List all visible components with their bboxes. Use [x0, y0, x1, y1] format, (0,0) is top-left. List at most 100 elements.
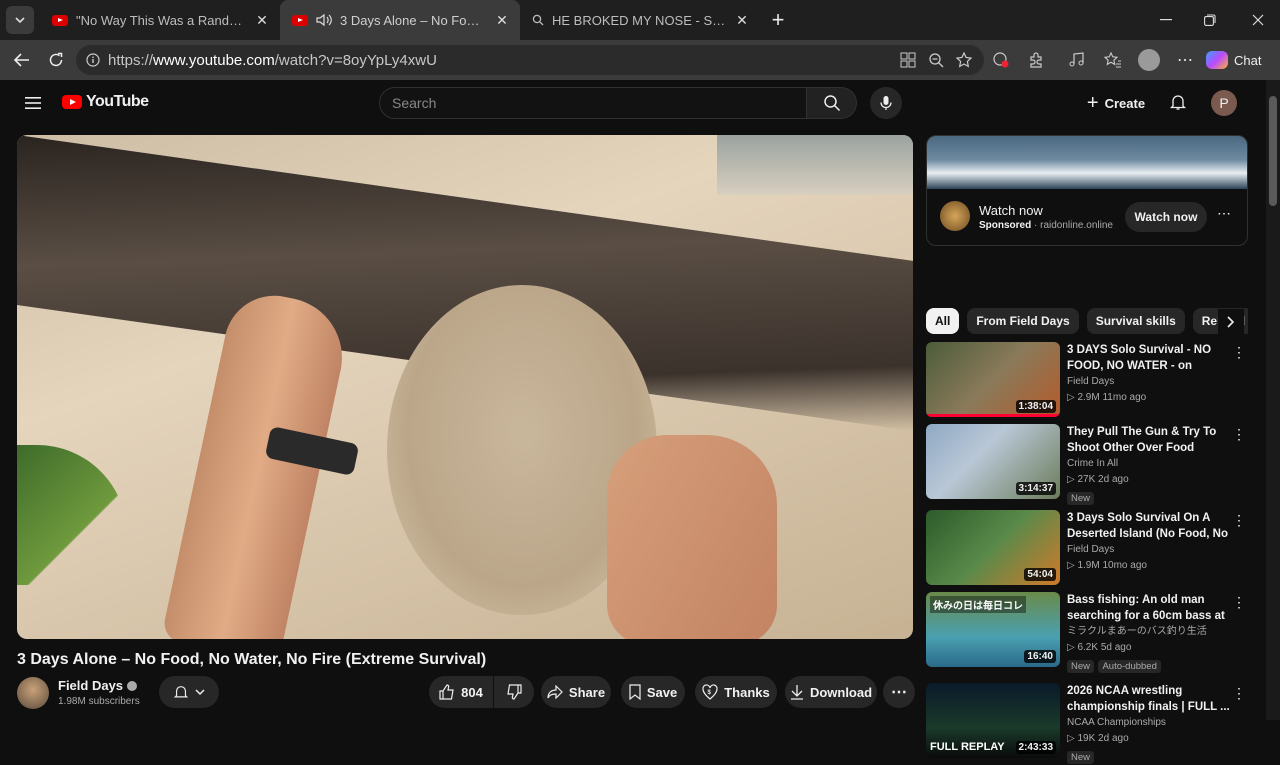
new-badge: New [1067, 751, 1095, 764]
address-bar[interactable]: https://www.youtube.com/watch?v=8oyYpLy4… [76, 45, 984, 75]
ad-watch-now-button[interactable]: Watch now [1125, 202, 1207, 232]
speaker-icon[interactable] [316, 13, 332, 27]
voice-search-button[interactable] [870, 87, 902, 119]
video-thumbnail: FULL REPLAY 2:43:33 [926, 683, 1060, 758]
video-sea [717, 135, 913, 195]
thumbnail-overlay-text: 休みの日は毎日コレ [930, 596, 1026, 613]
rec-more-icon[interactable]: ⋮ [1232, 426, 1246, 443]
recommended-video[interactable]: 3:14:37 They Pull The Gun & Try To Shoot… [926, 424, 1248, 505]
super-thanks-icon: $ [702, 684, 718, 700]
video-right-hand [607, 435, 777, 639]
chip-survival-skills[interactable]: Survival skills [1086, 308, 1185, 334]
account-avatar[interactable]: P [1211, 90, 1237, 116]
video-thumbnail: 1:38:04 [926, 342, 1060, 417]
new-tab-button[interactable]: + [764, 6, 792, 34]
subscribed-bell-button[interactable] [159, 676, 219, 708]
recommended-video[interactable]: 1:38:04 3 DAYS Solo Survival - NO FOOD, … [926, 342, 1248, 418]
plus-icon: + [1086, 91, 1099, 114]
new-badge: New [1067, 492, 1095, 505]
subscriber-count: 1.98M subscribers [58, 696, 140, 707]
menu-icon[interactable] [20, 90, 46, 116]
url-domain: www.youtube.com [153, 51, 275, 69]
close-tab-icon[interactable]: ✕ [734, 12, 750, 29]
video-thumbnail: 休みの日は毎日コレ 16:40 [926, 592, 1060, 667]
more-actions-button[interactable]: ⋯ [883, 676, 915, 708]
minimize-icon[interactable] [1146, 0, 1186, 40]
more-options-icon[interactable]: ⋯ [1174, 50, 1196, 70]
youtube-page: YouTube Search + Create P 3 Days Alone –… [0, 80, 1280, 764]
copilot-chat-button[interactable]: Chat [1206, 46, 1272, 74]
chip-from-field-days[interactable]: From Field Days [967, 308, 1079, 334]
url-prefix: https:// [108, 51, 154, 69]
video-leaves [17, 445, 127, 585]
url-path: /watch?v=8oyYpLy4xwU [274, 51, 437, 69]
page-scrollbar[interactable] [1266, 80, 1280, 720]
browser-tab-1[interactable]: "No Way This Was a Random Traffic ✕ [40, 0, 280, 40]
progress-bar [926, 414, 1060, 417]
thanks-button[interactable]: $ Thanks [695, 676, 777, 708]
scrollbar-thumb[interactable] [1269, 96, 1277, 206]
ad-avatar [940, 201, 970, 231]
save-button[interactable]: Save [621, 676, 685, 708]
zoom-icon[interactable] [926, 50, 946, 70]
profile-avatar[interactable] [1138, 49, 1160, 71]
video-player[interactable] [17, 135, 913, 639]
create-button[interactable]: + Create [1078, 87, 1154, 119]
chevron-right-icon[interactable] [1218, 309, 1244, 335]
youtube-logo[interactable]: YouTube [62, 93, 149, 111]
recommended-video[interactable]: FULL REPLAY 2:43:33 2026 NCAA wrestling … [926, 683, 1248, 764]
site-info-icon[interactable] [86, 53, 100, 67]
thumbs-down-icon [506, 684, 522, 700]
notifications-bell-icon[interactable] [1166, 90, 1190, 114]
chip-all[interactable]: All [926, 308, 960, 334]
recommended-video[interactable]: 休みの日は毎日コレ 16:40 Bass fishing: An old man… [926, 592, 1248, 673]
video-thumbnail: 54:04 [926, 510, 1060, 585]
ad-banner-image [927, 136, 1247, 189]
browser-toolbar: https://www.youtube.com/watch?v=8oyYpLy4… [0, 40, 1280, 80]
rec-more-icon[interactable]: ⋮ [1232, 344, 1246, 361]
browser-tab-2[interactable]: 3 Days Alone – No Food, No Water ✕ [280, 0, 520, 40]
youtube-play-logo-icon [62, 95, 82, 109]
search-icon [532, 14, 544, 26]
ad-more-icon[interactable]: ⋯ [1217, 205, 1231, 222]
auto-dubbed-badge: Auto-dubbed [1098, 660, 1161, 673]
app-available-icon[interactable] [898, 50, 918, 70]
restore-icon[interactable] [1190, 0, 1230, 40]
media-control-icon[interactable] [1066, 50, 1088, 70]
search-input[interactable]: Search [379, 87, 807, 119]
favorites-icon[interactable] [1102, 50, 1124, 70]
tracking-prevention-icon[interactable] [990, 50, 1012, 70]
extensions-icon[interactable] [1026, 50, 1046, 70]
copilot-icon [1206, 51, 1228, 69]
youtube-favicon-icon [52, 14, 68, 26]
share-button[interactable]: Share [541, 676, 611, 708]
tab-actions-icon[interactable] [6, 6, 34, 34]
download-button[interactable]: Download [785, 676, 877, 708]
rec-more-icon[interactable]: ⋮ [1232, 594, 1246, 611]
close-window-icon[interactable] [1238, 0, 1278, 40]
back-icon[interactable] [8, 46, 36, 74]
like-button[interactable]: 804 [429, 676, 493, 708]
youtube-favicon-icon [292, 14, 308, 26]
rec-more-icon[interactable]: ⋮ [1232, 512, 1246, 529]
chevron-down-icon [195, 688, 205, 696]
recommended-video[interactable]: 54:04 3 Days Solo Survival On A Deserted… [926, 510, 1248, 586]
sponsored-ad[interactable]: Watch now Sponsored · raidonline.online … [926, 135, 1248, 246]
filter-chips: All From Field Days Survival skills Rela… [926, 308, 1248, 336]
refresh-icon[interactable] [42, 46, 70, 74]
channel-avatar[interactable] [17, 677, 49, 709]
close-tab-icon[interactable]: ✕ [494, 12, 510, 29]
ad-meta: Sponsored · raidonline.online [979, 220, 1113, 231]
channel-name[interactable]: Field Days [58, 678, 138, 693]
video-actions-row: Field Days 1.98M subscribers 804 Share S… [17, 676, 915, 712]
new-badge: New [1067, 660, 1095, 673]
close-tab-icon[interactable]: ✕ [254, 12, 270, 29]
favorite-star-icon[interactable] [954, 50, 974, 70]
rec-more-icon[interactable]: ⋮ [1232, 685, 1246, 702]
browser-tab-3[interactable]: HE BROKED MY NOSE - Search ✕ [520, 0, 760, 40]
search-button[interactable] [807, 87, 857, 119]
thumbs-up-icon [439, 684, 455, 700]
svg-text:$: $ [708, 690, 712, 696]
dislike-button[interactable] [494, 676, 534, 708]
verified-icon [127, 680, 138, 691]
